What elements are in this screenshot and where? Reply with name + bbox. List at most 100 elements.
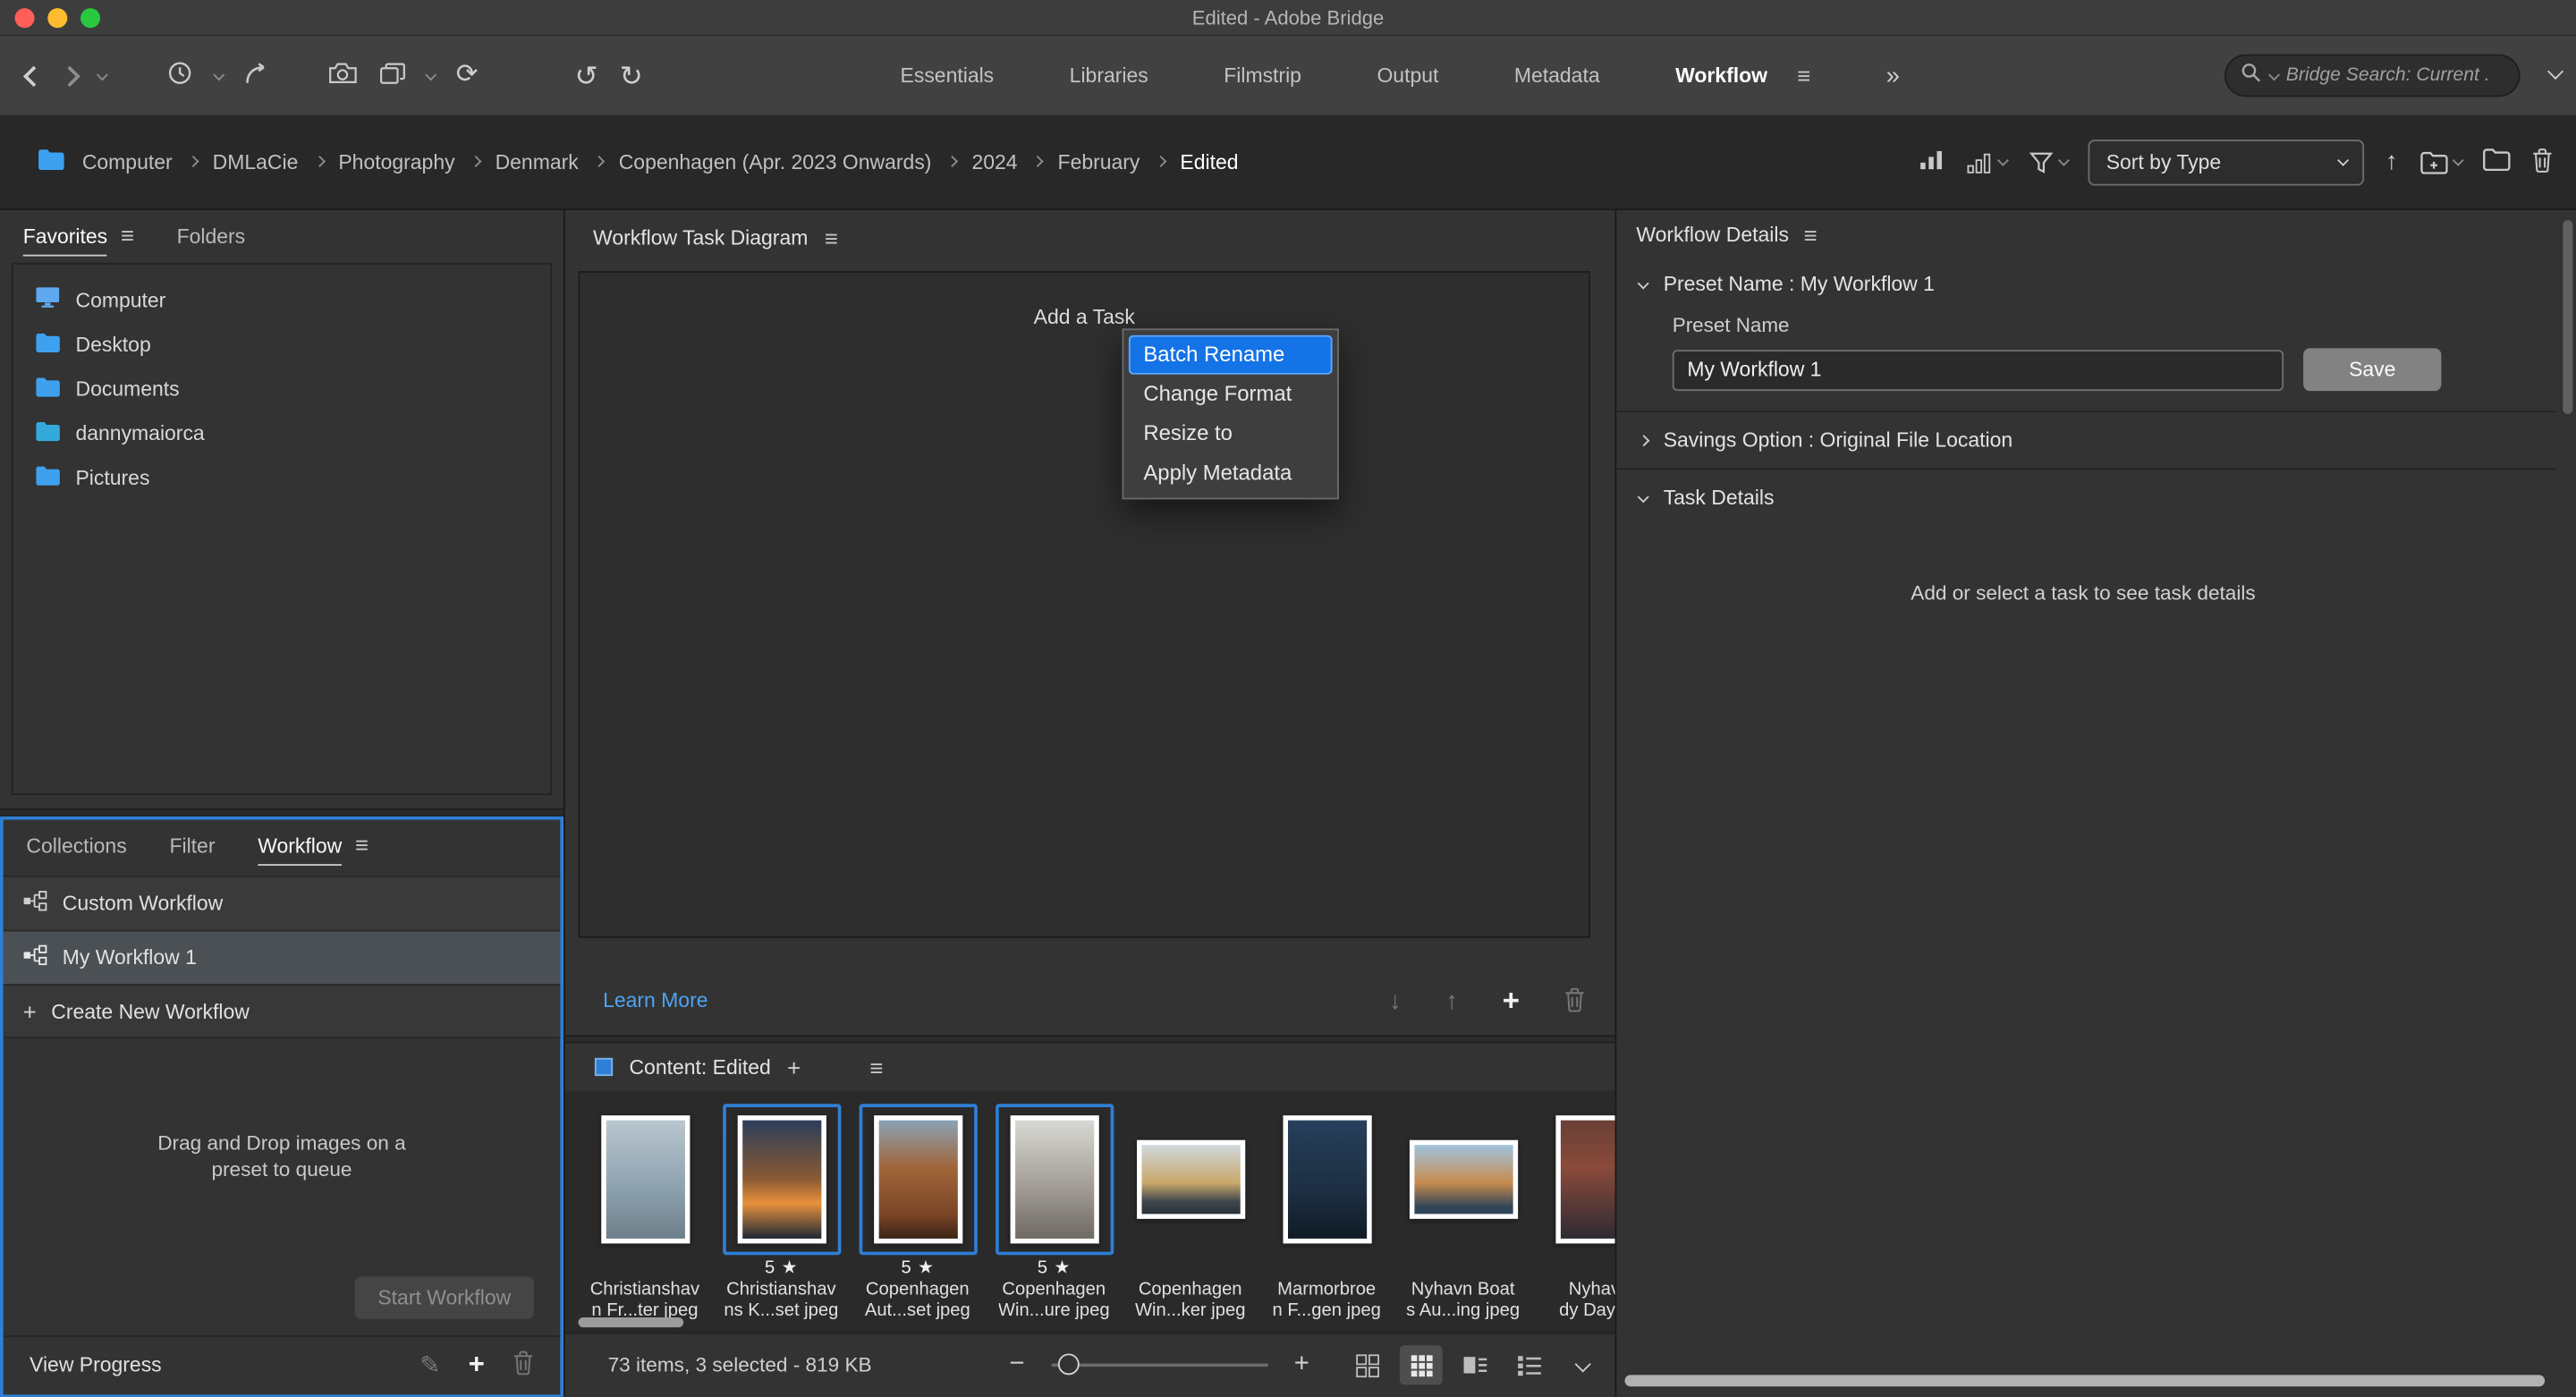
thumbnail-size-slider[interactable] [1051, 1363, 1267, 1367]
create-new-workflow-button[interactable]: + Create New Workflow [4, 984, 561, 1038]
breadcrumb-item[interactable]: February [1058, 150, 1140, 174]
thumbnail-view-icon[interactable] [1400, 1345, 1443, 1384]
tab-favorites[interactable]: Favorites [23, 215, 107, 256]
redo-icon[interactable]: ↻ [620, 62, 643, 89]
view-progress-link[interactable]: View Progress [30, 1353, 162, 1376]
content-add-icon[interactable]: + [787, 1054, 801, 1080]
task-diagram-canvas[interactable]: Add a Task Batch Rename Change Format Re… [579, 271, 1590, 938]
savings-option-section-header[interactable]: Savings Option : Original File Location [1616, 412, 2576, 468]
favorites-item-documents[interactable]: Documents [13, 367, 551, 411]
save-button[interactable]: Save [2303, 348, 2441, 391]
breadcrumb-item[interactable]: Copenhagen (Apr. 2023 Onwards) [619, 150, 932, 174]
menu-item-batch-rename[interactable]: Batch Rename [1129, 335, 1333, 375]
move-task-down-icon[interactable]: ↓ [1389, 987, 1402, 1015]
thumbnail-item[interactable]: Marmorbroe n F...gen jpeg [1260, 1104, 1394, 1331]
view-options-chevron-icon[interactable] [1575, 1355, 1591, 1371]
sort-dropdown[interactable]: Sort by Type [2088, 139, 2364, 184]
rating-display-icon[interactable] [1967, 150, 2007, 174]
delete-workflow-trash-icon[interactable] [513, 1350, 534, 1380]
menu-item-change-format[interactable]: Change Format [1129, 375, 1333, 414]
panel-splitter[interactable] [0, 809, 564, 817]
breadcrumb-item[interactable]: Denmark [496, 150, 579, 174]
delete-trash-icon[interactable] [2531, 147, 2553, 176]
thumbnail-item[interactable]: Christianshav n Fr...ter jpeg [579, 1104, 712, 1331]
recent-files-icon[interactable] [379, 62, 405, 89]
history-icon[interactable] [165, 61, 193, 90]
forward-icon[interactable] [59, 65, 80, 86]
return-boomerang-icon[interactable] [243, 62, 269, 89]
diagram-panel-menu-icon[interactable]: ≡ [825, 226, 838, 250]
breadcrumb-item-current[interactable]: Edited [1180, 150, 1238, 174]
refresh-icon[interactable]: ⟳ [456, 63, 479, 89]
filter-funnel-icon[interactable] [2028, 150, 2066, 174]
content-horizontal-scrollbar[interactable] [579, 1317, 684, 1326]
list-view-icon[interactable] [1508, 1345, 1551, 1384]
tab-collections[interactable]: Collections [26, 825, 126, 864]
edit-pencil-icon[interactable]: ✎ [419, 1353, 440, 1378]
bridge-search-box[interactable] [2224, 55, 2521, 97]
thumbnail-item[interactable]: Copenhagen Win...ker jpeg [1123, 1104, 1257, 1331]
tab-essentials[interactable]: Essentials [901, 64, 995, 88]
close-window-button[interactable] [15, 8, 35, 28]
task-details-section-header[interactable]: Task Details [1616, 470, 2576, 525]
new-folder-icon[interactable] [2482, 148, 2510, 175]
tab-metadata[interactable]: Metadata [1514, 64, 1600, 88]
camera-import-icon[interactable] [328, 61, 358, 90]
tab-output[interactable]: Output [1377, 64, 1438, 88]
recent-files-chevron-icon[interactable] [426, 69, 436, 80]
details-panel-menu-icon[interactable]: ≡ [1803, 224, 1817, 247]
breadcrumb-item[interactable]: 2024 [971, 150, 1017, 174]
tab-libraries[interactable]: Libraries [1070, 64, 1148, 88]
minimize-window-button[interactable] [47, 8, 67, 28]
details-view-icon[interactable] [1454, 1345, 1497, 1384]
favorites-item-desktop[interactable]: Desktop [13, 322, 551, 367]
tab-folders[interactable]: Folders [177, 216, 246, 255]
add-workflow-icon[interactable]: + [469, 1349, 485, 1382]
menu-item-apply-metadata[interactable]: Apply Metadata [1129, 453, 1333, 493]
zoom-in-icon[interactable]: + [1294, 1352, 1309, 1378]
zoom-out-icon[interactable]: − [1009, 1352, 1024, 1378]
undo-icon[interactable]: ↺ [575, 62, 598, 89]
more-workspaces-icon[interactable]: » [1886, 64, 1900, 89]
workflow-preset-custom[interactable]: Custom Workflow [4, 876, 561, 930]
breadcrumb-item[interactable]: Photography [338, 150, 454, 174]
tab-filter[interactable]: Filter [169, 825, 215, 864]
tab-workflow-panel[interactable]: Workflow [258, 824, 342, 865]
menu-item-resize-to[interactable]: Resize to [1129, 414, 1333, 453]
add-task-icon[interactable]: + [1503, 984, 1520, 1019]
breadcrumb-item[interactable]: Computer [82, 150, 173, 174]
presets-panel-menu-icon[interactable]: ≡ [355, 833, 369, 856]
back-icon[interactable] [23, 65, 44, 86]
sort-ascending-icon[interactable]: ↑ [2385, 149, 2398, 174]
nav-history-chevron-icon[interactable] [97, 69, 107, 80]
zoom-window-button[interactable] [80, 8, 100, 28]
open-in-new-window-icon[interactable] [2419, 150, 2462, 174]
workflow-preset-my-workflow-1[interactable]: My Workflow 1 [4, 930, 561, 985]
panel-splitter[interactable] [565, 1035, 1615, 1043]
thumbnail-item-selected[interactable]: 5★ Christianshav ns K...set jpeg [715, 1104, 848, 1331]
preset-name-section-header[interactable]: Preset Name : My Workflow 1 [1616, 259, 2576, 309]
rating-filter-icon[interactable] [1919, 148, 1945, 175]
move-task-up-icon[interactable]: ↑ [1445, 987, 1458, 1015]
search-scope-chevron-icon[interactable] [2269, 69, 2280, 80]
grid-view-icon[interactable] [1345, 1345, 1388, 1384]
favorites-item-pictures[interactable]: Pictures [13, 455, 551, 500]
thumbnail-item-selected[interactable]: 5★ Copenhagen Aut...set jpeg [851, 1104, 984, 1331]
slider-knob[interactable] [1057, 1353, 1079, 1375]
thumbnail-item[interactable]: Nyhavn Boat s Au...ing jpeg [1396, 1104, 1530, 1331]
preset-name-input[interactable] [1673, 349, 2284, 390]
toolbar-overflow-chevron-icon[interactable] [2547, 64, 2563, 80]
workspace-menu-icon[interactable]: ≡ [1797, 64, 1810, 88]
breadcrumb-item[interactable]: DMLaCie [213, 150, 299, 174]
favorites-panel-menu-icon[interactable]: ≡ [121, 224, 134, 247]
details-vertical-scrollbar[interactable] [2563, 220, 2572, 414]
start-workflow-button[interactable]: Start Workflow [355, 1275, 534, 1318]
content-panel-menu-icon[interactable]: ≡ [869, 1055, 883, 1079]
details-horizontal-scrollbar[interactable] [1625, 1374, 2546, 1385]
history-chevron-icon[interactable] [213, 69, 224, 80]
favorites-item-computer[interactable]: Computer [13, 277, 551, 322]
tab-workflow[interactable]: Workflow [1675, 64, 1767, 88]
delete-task-trash-icon[interactable] [1564, 986, 1586, 1016]
favorites-item-home[interactable]: dannymaiorca [13, 411, 551, 455]
thumbnail-item-selected[interactable]: 5★ Copenhagen Win...ure jpeg [987, 1104, 1121, 1331]
